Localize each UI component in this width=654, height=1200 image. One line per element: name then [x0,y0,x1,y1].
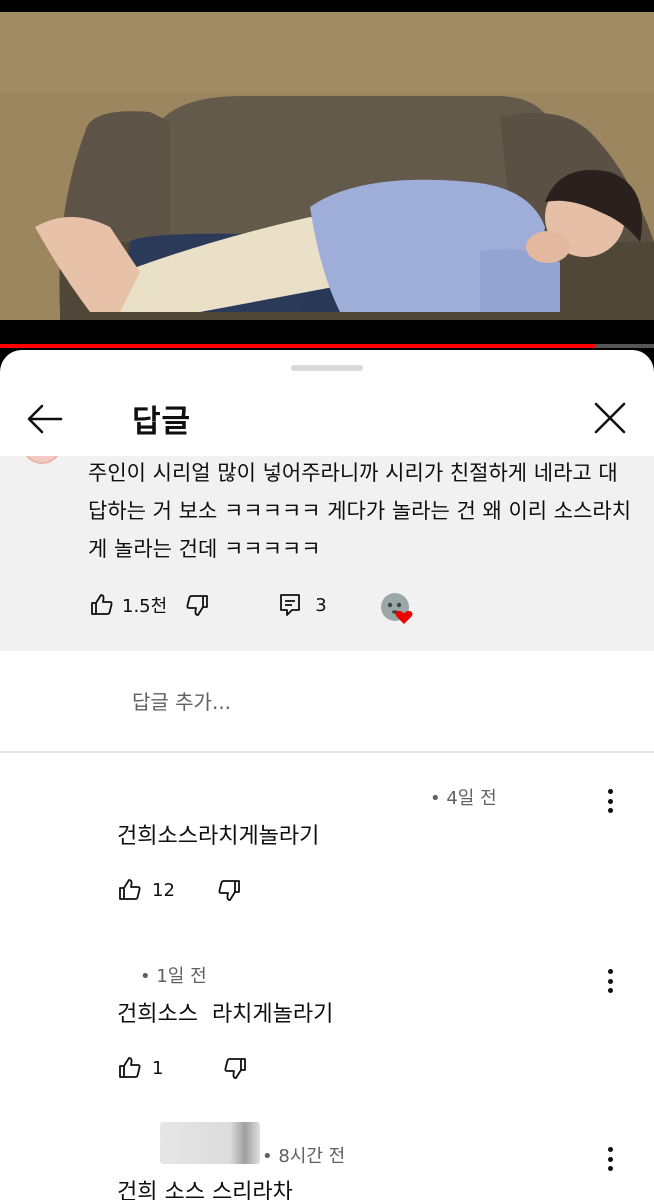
more-options-button[interactable] [600,1144,620,1174]
kebab-dot [607,1156,613,1162]
video-frame-illustration [0,12,654,320]
kebab-dot [607,808,613,813]
comment-actions: 1.5천 3 [90,592,327,618]
kebab-dot [607,789,613,794]
reply-text: 건희 소스 스리라차 [117,1180,293,1200]
close-icon [594,402,626,434]
video-progress-track[interactable] [0,344,654,348]
arrow-left-icon [27,404,63,434]
reply-item: • 4일 전 건희소스라치게놀라기 12 [0,780,654,930]
reply-text: 건희소스 라치게놀라기 [117,1002,334,1027]
video-player[interactable] [0,0,654,348]
reply-actions: 12 [118,878,241,902]
kebab-dot [607,798,613,804]
sheet-title: 답글 [132,404,192,440]
sheet-header: 답글 [0,380,654,456]
comment-text: 주인이 시리얼 많이 넣어주라니까 시리가 친절하게 네라고 대답하는 거 보소… [88,461,632,561]
more-options-button[interactable] [600,786,620,816]
thumbs-up-icon [119,1057,141,1078]
parent-comment: 주인이 시리얼 많이 넣어주라니까 시리가 친절하게 네라고 대답하는 거 보소… [0,446,654,651]
kebab-dot [607,978,613,984]
kebab-dot [607,1166,613,1171]
reply-timestamp: • 1일 전 [140,966,207,987]
reply-timestamp: • 8시간 전 [262,1146,346,1167]
creator-heart-icon [381,593,413,624]
like-count: 1 [152,1057,164,1079]
close-button[interactable] [588,396,632,440]
like-button[interactable]: 12 [118,878,175,902]
kebab-dot [607,1147,613,1152]
like-count: 12 [152,879,175,901]
video-frame [0,12,654,320]
thumbs-down-icon [224,1058,247,1079]
reply-text: 건희소스라치게놀라기 [117,824,320,849]
replies-sheet: 답글 주인이 시리얼 많이 넣어주라니까 시리가 친절하게 네라고 대답하는 거… [0,350,654,1200]
reply-actions: 1 [118,1056,247,1080]
reply-item: • 8시간 전 건희 소스 스리라차 [0,1120,654,1200]
like-count: 1.5천 [122,596,168,617]
add-reply-input[interactable]: 답글 추가... [132,686,231,715]
dislike-button[interactable] [185,593,209,617]
back-button[interactable] [24,398,66,440]
thumbs-down-icon [218,880,240,901]
like-button[interactable]: 1.5천 [90,592,167,618]
more-options-button[interactable] [600,966,620,996]
divider [0,751,654,753]
dislike-button[interactable] [217,878,241,902]
video-progress-fill [0,344,596,348]
drag-handle[interactable] [291,365,363,371]
thumbs-up-icon [91,594,113,615]
dislike-button[interactable] [223,1056,247,1080]
reply-button[interactable]: 3 [279,593,327,617]
thumbs-up-icon [119,879,141,900]
comment-icon [280,594,301,616]
kebab-dot [607,988,613,993]
like-button[interactable]: 1 [118,1056,163,1080]
reply-count: 3 [315,594,327,616]
thumbs-down-icon [186,595,209,616]
blurred-username [160,1122,260,1164]
reply-timestamp: • 4일 전 [430,788,497,809]
reply-item: • 1일 전 건희소스 라치게놀라기 1 [0,960,654,1110]
kebab-dot [607,969,613,974]
